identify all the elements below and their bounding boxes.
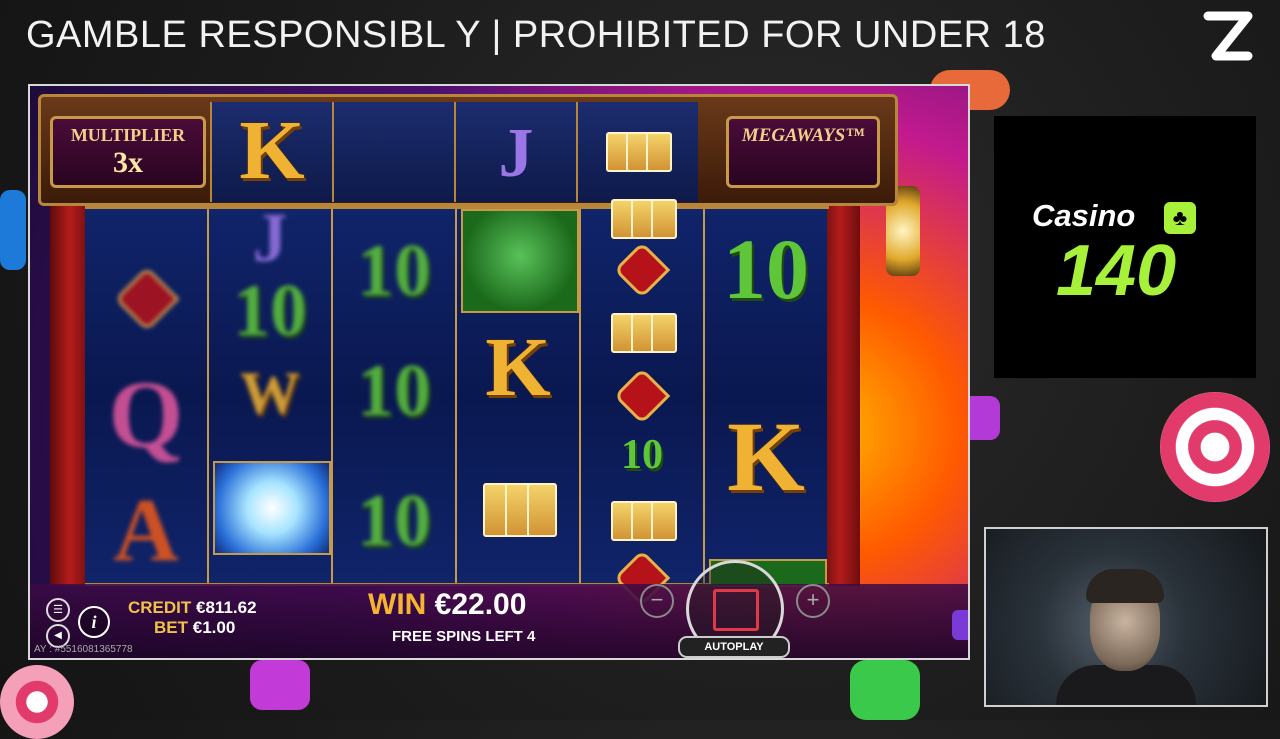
orb-bonus-icon — [213, 461, 331, 555]
win-value: €22.00 — [434, 588, 527, 621]
reel-6: 10 K — [705, 209, 827, 587]
symbol-10: 10 — [233, 270, 307, 352]
heart-icon — [617, 245, 667, 295]
reel-3: 10 10 10 — [333, 209, 457, 583]
top-reel-cell — [576, 102, 698, 202]
reel-1: Q A — [85, 209, 209, 583]
menu-icon[interactable]: ☰ — [46, 598, 70, 622]
top-reel-cell — [332, 102, 454, 202]
symbol-q: Q — [108, 361, 184, 468]
symbol-k: K — [239, 104, 305, 197]
top-reel-bar: MULTIPLIER 3x K J MEGAWAYS™ — [38, 94, 898, 206]
multiplier-value: 3x — [113, 146, 143, 179]
symbol-j: J — [252, 200, 288, 277]
free-spins-left: FREE SPINS LEFT 4 — [392, 628, 536, 645]
reel-grid: Q A J 10 W 10 10 10 K 10 10 K — [85, 199, 829, 603]
symbol-w: W — [240, 360, 300, 426]
bet-label: BET — [154, 618, 188, 637]
bet-increase-button[interactable]: + — [796, 584, 830, 618]
streamer-hair — [1086, 569, 1164, 603]
bet-value: €1.00 — [192, 618, 236, 637]
tarot-cards-icon — [611, 497, 677, 541]
owl-icon — [461, 209, 579, 313]
info-button[interactable]: i — [78, 606, 110, 638]
stop-icon — [713, 589, 759, 631]
candy-decoration — [1160, 392, 1270, 502]
candy-decoration — [0, 190, 26, 270]
tarot-cards-icon — [483, 479, 557, 539]
symbol-10: 10 — [357, 230, 431, 312]
symbol-10: 10 — [723, 221, 809, 317]
symbol-j: J — [498, 115, 534, 192]
responsible-gambling-banner: GAMBLE RESPONSIBL Y | PROHIBITED FOR UND… — [26, 14, 1046, 56]
reel-4: K — [457, 209, 581, 583]
casino-logo-number: 140 — [1056, 231, 1177, 311]
z-logo-icon — [1203, 11, 1253, 61]
candy-decoration — [250, 660, 310, 710]
casino-logo-word: Casino — [1032, 198, 1136, 233]
curtain-left — [50, 206, 90, 586]
bet-decrease-button[interactable]: − — [640, 584, 674, 618]
megaways-label: MEGAWAYS™ — [741, 125, 865, 146]
reel-2: J 10 W — [209, 200, 333, 583]
candy-decoration — [0, 665, 74, 739]
heart-icon — [118, 270, 176, 328]
win-label: WIN — [368, 588, 427, 621]
streamer-body — [1056, 665, 1196, 705]
credit-bet-display: CREDIT €811.62 BET €1.00 — [128, 598, 257, 638]
autoplay-button[interactable]: AUTOPLAY — [678, 636, 790, 658]
slot-game-window: MULTIPLIER 3x K J MEGAWAYS™ Q A J 10 W 1… — [28, 84, 970, 660]
symbol-k: K — [727, 401, 805, 512]
symbol-10: 10 — [357, 480, 431, 562]
tarot-cards-icon — [611, 309, 677, 353]
top-reel-cell: K — [210, 102, 332, 202]
casino-logo-panel: Casino ♣ 140 — [994, 116, 1256, 378]
tarot-cards-icon — [611, 195, 677, 239]
bottom-control-bar: ☰ ◀ i CREDIT €811.62 BET €1.00 WIN €22.0… — [30, 560, 968, 658]
symbol-10: 10 — [357, 350, 431, 432]
multiplier-panel: MULTIPLIER 3x — [50, 116, 206, 188]
top-reel-cell: J — [454, 102, 576, 202]
symbol-10: 10 — [621, 432, 663, 478]
win-display: WIN €22.00 — [368, 588, 526, 622]
multiplier-label: MULTIPLIER — [70, 125, 186, 145]
candy-decoration — [850, 660, 920, 720]
side-menu-button[interactable] — [952, 610, 968, 640]
credit-label: CREDIT — [128, 598, 192, 617]
symbol-k: K — [485, 321, 551, 414]
tarot-cards-icon — [606, 128, 672, 172]
megaways-panel: MEGAWAYS™ — [726, 116, 880, 188]
credit-value: €811.62 — [196, 598, 257, 617]
round-id: AY : #5516081365778 — [34, 644, 133, 655]
heart-icon — [617, 371, 667, 421]
symbol-a: A — [113, 481, 179, 580]
reel-5: 10 — [581, 199, 705, 603]
webcam-overlay — [984, 527, 1268, 707]
